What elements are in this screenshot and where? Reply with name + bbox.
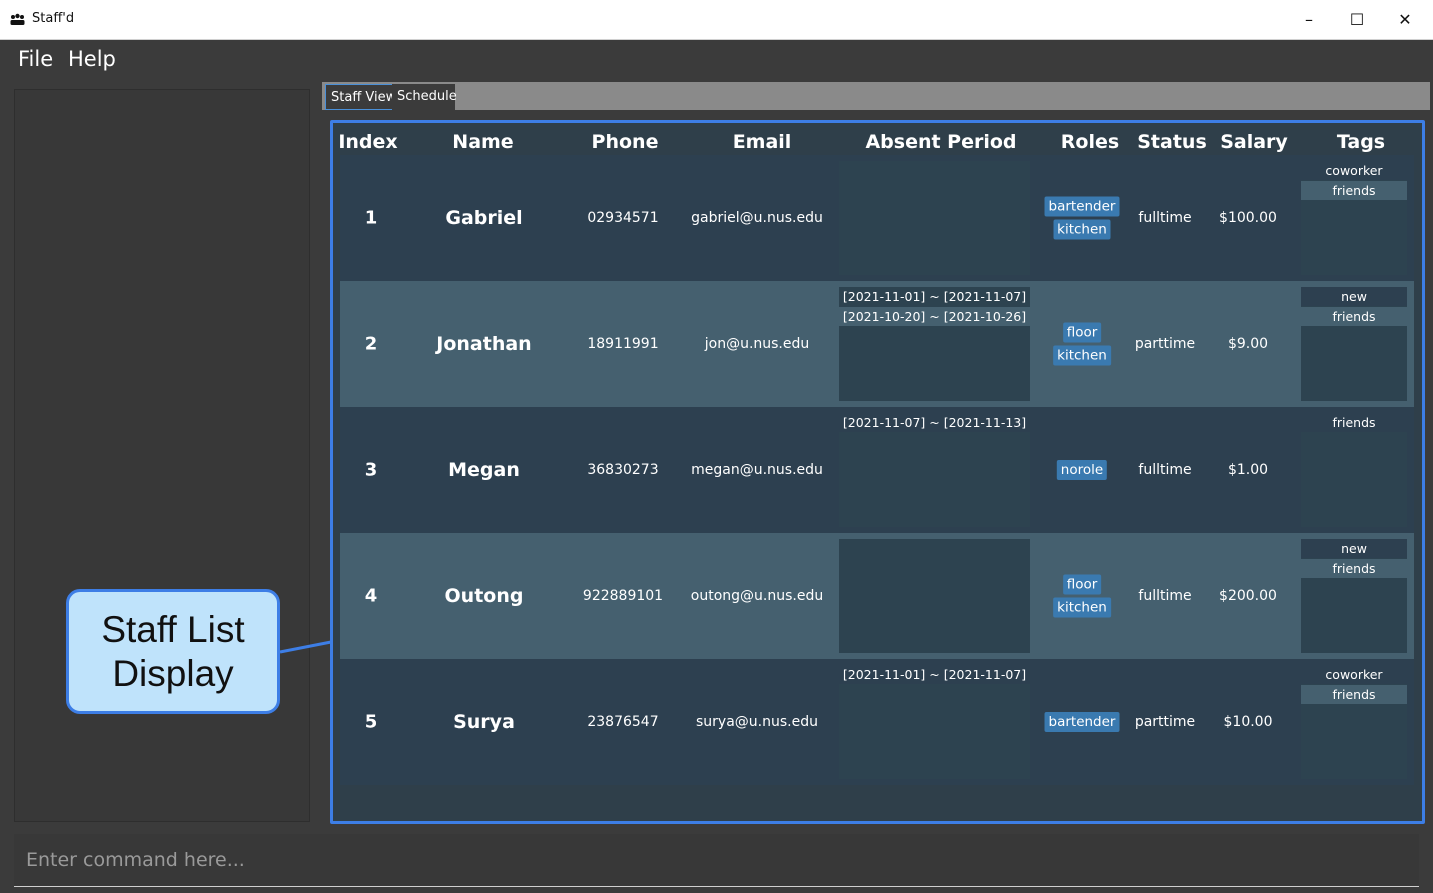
tags-box: friends (1301, 413, 1407, 527)
staff-row[interactable]: 1 Gabriel 02934571 gabriel@u.nus.edu bar… (340, 155, 1414, 281)
command-input[interactable] (14, 834, 1419, 887)
role-tag: kitchen (1053, 345, 1111, 366)
close-button[interactable]: ✕ (1382, 0, 1428, 39)
role-tag: norole (1056, 460, 1108, 480)
tags-box: new friends (1301, 539, 1407, 653)
absent-period-box (839, 161, 1030, 275)
staff-status: fulltime (1138, 588, 1192, 604)
tag-label: friends (1301, 181, 1407, 200)
staff-status: parttime (1134, 714, 1196, 730)
staff-email: surya@u.nus.edu (696, 714, 818, 730)
staff-list-display: Index Name Phone Email Absent Period Rol… (330, 120, 1425, 824)
header-absent-period: Absent Period (865, 131, 1017, 153)
staff-salary: $200.00 (1219, 588, 1277, 604)
callout-staff-list-display: Staff List Display (66, 589, 280, 714)
header-roles: Roles (1060, 131, 1120, 153)
staff-index: 3 (364, 459, 378, 481)
tag-label: new (1301, 539, 1407, 558)
absent-period-box: [2021-11-01] ~ [2021-11-07] [2021-10-20]… (839, 287, 1030, 401)
absent-period-box: [2021-11-01] ~ [2021-11-07] (839, 665, 1030, 779)
role-tag: kitchen (1053, 219, 1111, 240)
role-tag: floor (1062, 322, 1102, 343)
app-icon (10, 13, 25, 25)
staff-name: Jonathan (436, 333, 532, 355)
staff-email: gabriel@u.nus.edu (691, 210, 823, 226)
staff-status: fulltime (1138, 462, 1192, 478)
staff-phone: 36830273 (587, 462, 659, 478)
roles-list: bartender kitchen (1044, 196, 1120, 240)
header-name: Name (452, 131, 514, 153)
staff-status: fulltime (1138, 210, 1192, 226)
staff-row[interactable]: 3 Megan 36830273 megan@u.nus.edu [2021-1… (340, 407, 1414, 533)
window-title-bar: Staff'd – ☐ ✕ (0, 0, 1433, 40)
tags-box: new friends (1301, 287, 1407, 401)
tag-label: coworker (1301, 665, 1407, 684)
staff-name: Gabriel (445, 207, 523, 229)
tag-label: coworker (1301, 161, 1407, 180)
roles-list: floor kitchen (1053, 574, 1111, 618)
command-bar (0, 831, 1433, 893)
staff-email: jon@u.nus.edu (704, 336, 810, 352)
tag-label: friends (1301, 413, 1407, 432)
absent-period-box (839, 539, 1030, 653)
menu-bar: File Help (0, 40, 1433, 81)
role-tag: bartender (1044, 196, 1120, 217)
absent-period-entry: [2021-11-01] ~ [2021-11-07] (839, 665, 1030, 684)
staff-index: 5 (364, 711, 378, 733)
staff-row[interactable]: 5 Surya 23876547 surya@u.nus.edu [2021-1… (340, 659, 1414, 785)
maximize-button[interactable]: ☐ (1334, 0, 1380, 39)
staff-phone: 18911991 (587, 336, 659, 352)
tab-staff-view[interactable]: Staff View (325, 84, 403, 110)
header-phone: Phone (591, 131, 659, 153)
staff-name: Surya (453, 711, 515, 733)
staff-salary: $10.00 (1223, 714, 1273, 730)
header-tags: Tags (1336, 131, 1386, 153)
staff-salary: $1.00 (1227, 462, 1269, 478)
staff-phone: 922889101 (582, 588, 664, 604)
tag-label: new (1301, 287, 1407, 306)
staff-name: Megan (448, 459, 520, 481)
tag-label: friends (1301, 307, 1407, 326)
role-tag: bartender (1044, 712, 1120, 732)
tag-label: friends (1301, 685, 1407, 704)
callout-line-2: Display (112, 652, 234, 694)
staff-salary: $9.00 (1227, 336, 1269, 352)
staff-row[interactable]: 2 Jonathan 18911991 jon@u.nus.edu [2021-… (340, 281, 1414, 407)
tab-schedule[interactable]: Schedule (392, 84, 457, 110)
menu-help[interactable]: Help (68, 47, 116, 71)
staff-index: 4 (364, 585, 378, 607)
absent-period-entry: [2021-11-07] ~ [2021-11-13] (839, 413, 1030, 432)
header-email: Email (732, 131, 792, 153)
staff-row[interactable]: 4 Outong 922889101 outong@u.nus.edu floo… (340, 533, 1414, 659)
callout-line-1: Staff List (101, 608, 245, 650)
staff-index: 2 (364, 333, 378, 355)
staff-index: 1 (364, 207, 378, 229)
staff-email: outong@u.nus.edu (690, 588, 824, 604)
staff-status: parttime (1134, 336, 1196, 352)
absent-period-entry: [2021-10-20] ~ [2021-10-26] (839, 307, 1030, 326)
window-title: Staff'd (32, 11, 75, 26)
absent-period-entry: [2021-11-01] ~ [2021-11-07] (839, 287, 1030, 306)
roles-list: floor kitchen (1053, 322, 1111, 366)
header-index: Index (338, 131, 398, 153)
roles-list: bartender (1044, 712, 1120, 732)
header-salary: Salary (1220, 131, 1288, 153)
absent-period-box: [2021-11-07] ~ [2021-11-13] (839, 413, 1030, 527)
tag-label: friends (1301, 559, 1407, 578)
role-tag: floor (1062, 574, 1102, 595)
staff-phone: 02934571 (587, 210, 659, 226)
tab-bar: Staff View Schedule (322, 82, 1430, 110)
tags-box: coworker friends (1301, 161, 1407, 275)
header-status: Status (1137, 131, 1207, 153)
role-tag: kitchen (1053, 597, 1111, 618)
minimize-button[interactable]: – (1286, 0, 1332, 39)
roles-list: norole (1056, 460, 1108, 480)
staff-salary: $100.00 (1219, 210, 1277, 226)
staff-name: Outong (444, 585, 524, 607)
staff-phone: 23876547 (587, 714, 659, 730)
tags-box: coworker friends (1301, 665, 1407, 779)
menu-file[interactable]: File (18, 47, 53, 71)
staff-email: megan@u.nus.edu (691, 462, 823, 478)
